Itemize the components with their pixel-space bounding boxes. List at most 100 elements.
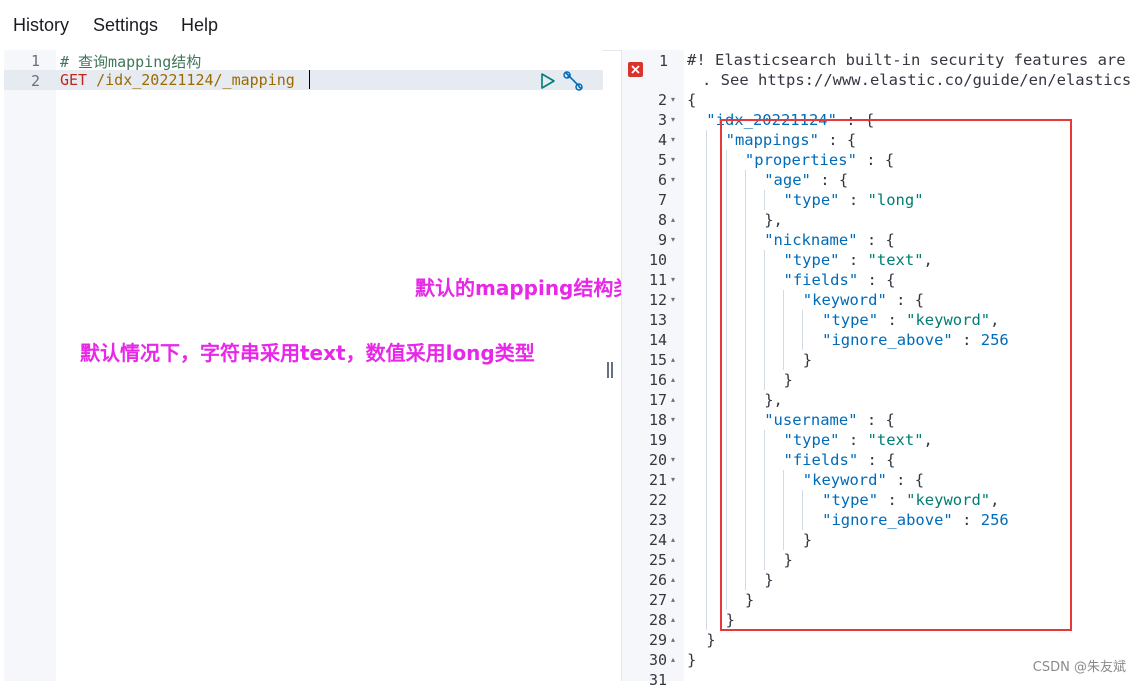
annotation-default-types: 默认情况下，字符串采用text，数值采用long类型 bbox=[80, 341, 535, 365]
line-number: 1 bbox=[30, 52, 40, 70]
line-number: 8 bbox=[657, 211, 667, 229]
security-warning-line: #! Elasticsearch built-in security featu… bbox=[687, 51, 1126, 69]
fold-collapse-icon[interactable]: ▾ bbox=[671, 275, 679, 284]
menu-help[interactable]: Help bbox=[181, 15, 218, 36]
json-line: "fields" : { bbox=[783, 271, 896, 289]
line-number: 26 bbox=[648, 571, 667, 589]
json-line: } bbox=[706, 631, 716, 649]
json-line: "ignore_above" : 256 bbox=[822, 511, 1009, 529]
json-line: "keyword" : { bbox=[802, 471, 925, 489]
json-punct: : { bbox=[810, 171, 849, 189]
fold-expand-icon[interactable]: ▴ bbox=[671, 355, 679, 364]
line-number: 24 bbox=[648, 531, 667, 549]
response-panel: 1 bbox=[621, 50, 1140, 681]
line-number: 13 bbox=[648, 311, 667, 329]
request-gutter bbox=[4, 50, 56, 681]
json-line: "type" : "long" bbox=[783, 191, 924, 209]
fold-expand-icon[interactable]: ▴ bbox=[671, 535, 679, 544]
request-line[interactable]: GET /idx_20221124/_mapping bbox=[60, 71, 295, 89]
json-key: keyword bbox=[812, 291, 878, 309]
json-key: type bbox=[792, 431, 831, 449]
json-line: } bbox=[802, 531, 813, 549]
wrench-icon[interactable] bbox=[562, 70, 584, 92]
json-key: type bbox=[792, 191, 831, 209]
json-line: }, bbox=[764, 391, 783, 409]
play-icon[interactable] bbox=[540, 72, 556, 90]
json-punct: : { bbox=[858, 271, 896, 289]
json-key: fields bbox=[792, 271, 849, 289]
request-comment-line[interactable]: # 查询mapping结构 bbox=[60, 51, 201, 72]
json-string-value: long bbox=[876, 191, 915, 209]
panel-resizer-handle[interactable] bbox=[606, 362, 616, 380]
line-number: 1 bbox=[658, 52, 668, 70]
fold-collapse-icon[interactable]: ▾ bbox=[671, 115, 679, 124]
fold-expand-icon[interactable]: ▴ bbox=[671, 555, 679, 564]
json-line: "type" : "text", bbox=[783, 251, 933, 269]
menu-history[interactable]: History bbox=[13, 15, 69, 36]
fold-collapse-icon[interactable]: ▾ bbox=[671, 155, 679, 164]
json-line: "type" : "keyword", bbox=[822, 491, 1000, 509]
line-number: 28 bbox=[648, 611, 667, 629]
json-key: age bbox=[773, 171, 802, 189]
menu-settings[interactable]: Settings bbox=[93, 15, 158, 36]
fold-expand-icon[interactable]: ▴ bbox=[671, 595, 679, 604]
json-punct: : { bbox=[818, 131, 857, 149]
line-number: 4 bbox=[657, 131, 667, 149]
json-key: fields bbox=[792, 451, 849, 469]
line-number: 9 bbox=[657, 231, 667, 249]
fold-expand-icon[interactable]: ▴ bbox=[671, 655, 679, 664]
request-url: /idx_20221124/_mapping bbox=[96, 71, 295, 89]
json-line: "ignore_above" : 256 bbox=[822, 331, 1009, 349]
line-number: 5 bbox=[657, 151, 667, 169]
line-number: 29 bbox=[648, 631, 667, 649]
json-punct: : bbox=[839, 431, 868, 449]
json-string-value: text bbox=[876, 251, 915, 269]
fold-collapse-icon[interactable]: ▾ bbox=[671, 475, 679, 484]
fold-collapse-icon[interactable]: ▾ bbox=[671, 415, 679, 424]
line-number: 27 bbox=[648, 591, 667, 609]
json-punct: , bbox=[990, 491, 1000, 509]
json-key: nickname bbox=[773, 231, 849, 249]
json-line: "idx_20221124" : { bbox=[706, 111, 875, 129]
fold-collapse-icon[interactable]: ▾ bbox=[671, 135, 679, 144]
fold-expand-icon[interactable]: ▴ bbox=[671, 375, 679, 384]
line-number: 10 bbox=[648, 251, 667, 269]
request-method: GET bbox=[60, 71, 88, 89]
line-number: 19 bbox=[648, 431, 667, 449]
json-line: } bbox=[687, 651, 697, 669]
line-number: 25 bbox=[648, 551, 667, 569]
json-number-value: 256 bbox=[980, 331, 1009, 349]
fold-expand-icon[interactable]: ▴ bbox=[671, 395, 679, 404]
json-punct: , bbox=[923, 251, 933, 269]
security-warning-continuation: . See https://www.elastic.co/guide/en/el… bbox=[702, 71, 1132, 89]
line-number: 23 bbox=[648, 511, 667, 529]
json-line: "type" : "text", bbox=[783, 431, 933, 449]
fold-collapse-icon[interactable]: ▾ bbox=[671, 175, 679, 184]
json-key: properties bbox=[754, 151, 848, 169]
json-punct: : { bbox=[886, 291, 925, 309]
json-line: } bbox=[764, 571, 774, 589]
json-number-value: 256 bbox=[980, 511, 1009, 529]
line-number: 6 bbox=[657, 171, 667, 189]
json-key: mappings bbox=[734, 131, 810, 149]
fold-expand-icon[interactable]: ▴ bbox=[671, 215, 679, 224]
line-number: 22 bbox=[648, 491, 667, 509]
fold-expand-icon[interactable]: ▴ bbox=[671, 615, 679, 624]
fold-expand-icon[interactable]: ▴ bbox=[671, 575, 679, 584]
fold-collapse-icon[interactable]: ▾ bbox=[671, 95, 679, 104]
text-cursor bbox=[309, 70, 310, 89]
json-key: type bbox=[831, 311, 869, 329]
json-punct: : bbox=[839, 191, 868, 209]
json-punct: : { bbox=[886, 471, 925, 489]
json-line: "username" : { bbox=[764, 411, 895, 429]
fold-collapse-icon[interactable]: ▾ bbox=[671, 455, 679, 464]
json-line: }, bbox=[764, 211, 783, 229]
line-number: 2 bbox=[657, 91, 667, 109]
fold-collapse-icon[interactable]: ▾ bbox=[671, 295, 679, 304]
fold-expand-icon[interactable]: ▴ bbox=[671, 635, 679, 644]
json-key: username bbox=[773, 411, 849, 429]
json-string-value: keyword bbox=[915, 491, 981, 509]
fold-collapse-icon[interactable]: ▾ bbox=[671, 235, 679, 244]
json-line: "mappings" : { bbox=[725, 131, 857, 149]
json-string-value: keyword bbox=[915, 311, 981, 329]
